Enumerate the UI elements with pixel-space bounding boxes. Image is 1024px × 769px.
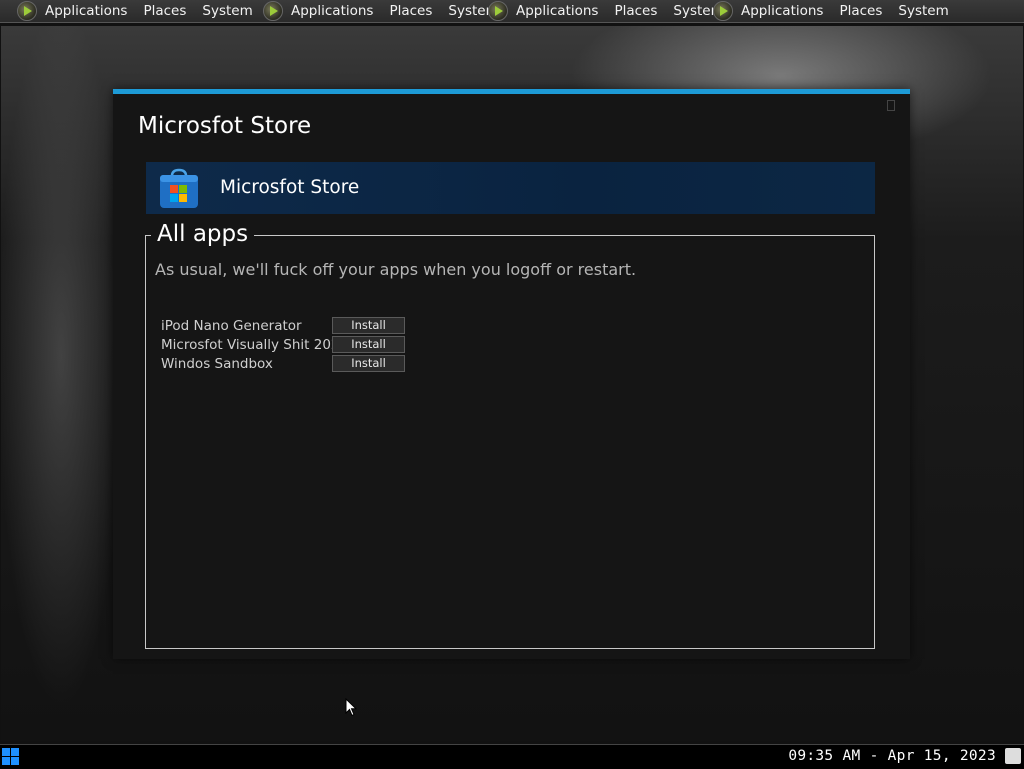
- all-apps-group: All apps As usual, we'll fuck off your a…: [145, 221, 875, 649]
- close-icon[interactable]: [887, 100, 895, 111]
- menu-applications[interactable]: Applications: [291, 3, 373, 19]
- menu-places[interactable]: Places: [143, 3, 186, 19]
- mouse-cursor-icon: [345, 698, 357, 717]
- clock[interactable]: 09:35 AM - Apr 15, 2023: [788, 748, 996, 764]
- menu-places[interactable]: Places: [614, 3, 657, 19]
- distro-logo-icon[interactable]: [17, 1, 37, 21]
- menu-group-3: Applications Places System: [488, 0, 740, 22]
- distro-logo-icon[interactable]: [488, 1, 508, 21]
- menu-system[interactable]: System: [898, 3, 948, 19]
- app-row: Microsfot Visually Shit 2023 Install: [161, 335, 405, 354]
- menu-applications[interactable]: Applications: [741, 3, 823, 19]
- app-name: Microsfot Visually Shit 2023: [161, 336, 349, 353]
- menu-group-4: Applications Places System: [713, 0, 965, 22]
- apps-notice: As usual, we'll fuck off your apps when …: [155, 260, 637, 279]
- top-panel: Applications Places System Applications …: [0, 0, 1024, 23]
- app-name: iPod Nano Generator: [161, 317, 302, 334]
- install-button[interactable]: Install: [332, 317, 405, 334]
- store-window: Microsfot Store Microsfot Store All apps…: [113, 89, 910, 659]
- distro-logo-icon[interactable]: [713, 1, 733, 21]
- menu-group-2: Applications Places System: [263, 0, 515, 22]
- store-bag-icon: [160, 168, 198, 208]
- app-name: Windos Sandbox: [161, 355, 273, 372]
- menu-applications[interactable]: Applications: [516, 3, 598, 19]
- app-row: iPod Nano Generator Install: [161, 316, 405, 335]
- windows-start-icon[interactable]: [2, 748, 19, 765]
- menu-system[interactable]: System: [202, 3, 252, 19]
- menu-applications[interactable]: Applications: [45, 3, 127, 19]
- taskbar: 09:35 AM - Apr 15, 2023: [0, 744, 1024, 769]
- menu-places[interactable]: Places: [839, 3, 882, 19]
- user-icon[interactable]: [1005, 748, 1021, 764]
- install-button[interactable]: Install: [332, 336, 405, 353]
- menu-group-1: Applications Places System: [17, 0, 269, 22]
- all-apps-legend: All apps: [151, 221, 255, 247]
- store-header-label: Microsfot Store: [220, 177, 360, 198]
- install-button[interactable]: Install: [332, 355, 405, 372]
- menu-places[interactable]: Places: [389, 3, 432, 19]
- distro-logo-icon[interactable]: [263, 1, 283, 21]
- app-row: Windos Sandbox Install: [161, 354, 405, 373]
- window-title: Microsfot Store: [138, 113, 312, 139]
- app-list: iPod Nano Generator Install Microsfot Vi…: [161, 316, 405, 373]
- store-header-banner: Microsfot Store: [146, 162, 875, 214]
